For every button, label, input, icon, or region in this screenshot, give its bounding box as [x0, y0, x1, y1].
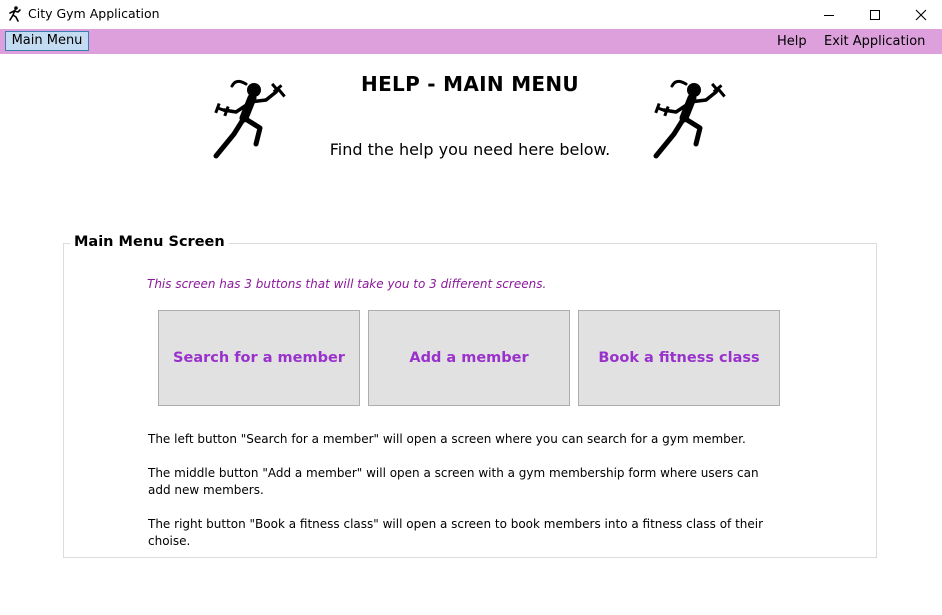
- description-add: The middle button "Add a member" will op…: [148, 466, 759, 497]
- menu-item-exit-application[interactable]: Exit Application: [824, 34, 925, 49]
- minimize-icon: [824, 14, 834, 16]
- maximize-button[interactable]: [852, 0, 898, 29]
- maximize-icon: [870, 9, 880, 20]
- runner-icon: [6, 5, 24, 23]
- intro-text: This screen has 3 buttons that will take…: [147, 277, 547, 291]
- minimize-button[interactable]: [806, 0, 852, 29]
- title-bar: City Gym Application: [0, 0, 942, 29]
- book-fitness-class-button[interactable]: Book a fitness class: [578, 310, 780, 406]
- runner-with-dumbbells-icon: [653, 79, 726, 159]
- description-search: The left button "Search for a member" wi…: [148, 432, 746, 446]
- runner-with-dumbbells-icon: [213, 79, 286, 159]
- close-button[interactable]: [898, 0, 942, 29]
- add-member-button[interactable]: Add a member: [368, 310, 570, 406]
- menu-bar: Main Menu Help Exit Application: [0, 29, 942, 54]
- group-legend: Main Menu Screen: [70, 234, 229, 250]
- page-title: HELP - MAIN MENU: [361, 72, 579, 96]
- menu-item-main-menu[interactable]: Main Menu: [5, 31, 89, 51]
- page-subtitle: Find the help you need here below.: [329, 140, 611, 159]
- window-title: City Gym Application: [28, 6, 160, 21]
- search-member-button[interactable]: Search for a member: [158, 310, 360, 406]
- menu-item-help[interactable]: Help: [777, 34, 807, 49]
- description-book: The right button "Book a fitness class" …: [148, 517, 764, 548]
- close-icon: [915, 9, 927, 20]
